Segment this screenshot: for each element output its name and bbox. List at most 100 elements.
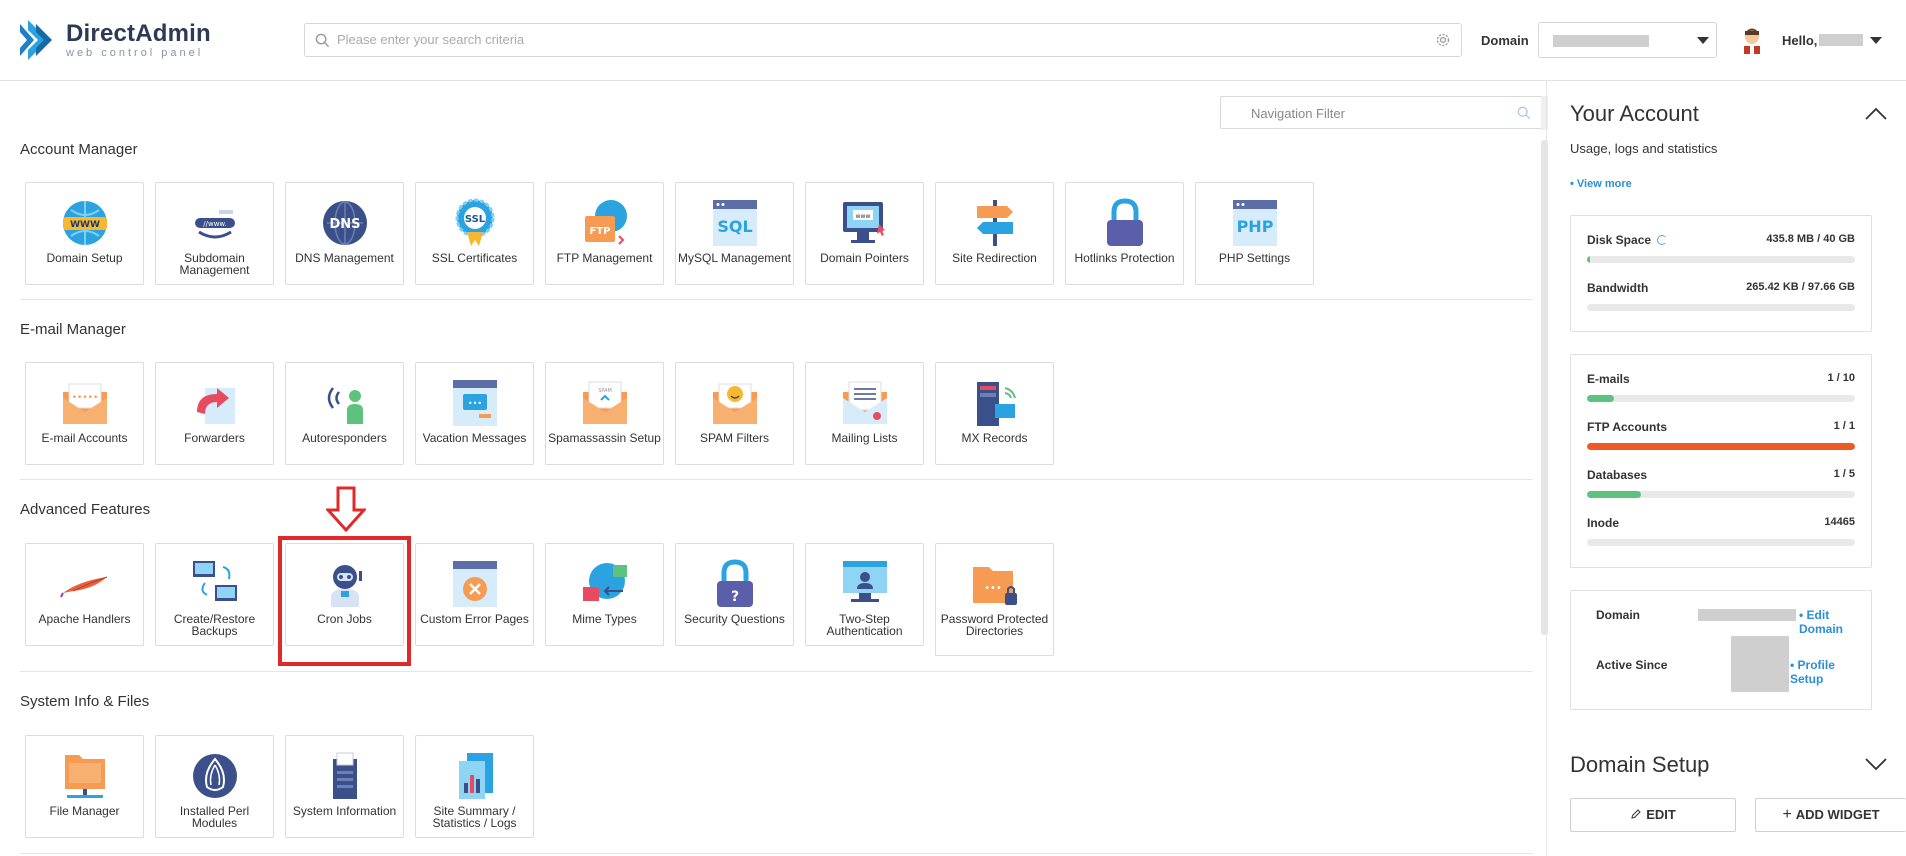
progress-bar	[1587, 443, 1855, 450]
stat-value: 14465	[1824, 516, 1855, 528]
global-search[interactable]	[304, 23, 1462, 57]
tile-installed-perl-modules[interactable]: Installed Perl Modules	[155, 735, 274, 838]
tile-ftp-management[interactable]: FTP FTP Management	[545, 182, 664, 285]
tile-site-summary-statistics-logs[interactable]: Site Summary / Statistics / Logs	[415, 735, 534, 838]
svg-text:PHP: PHP	[1237, 217, 1274, 236]
tile-security-questions[interactable]: ? Security Questions	[675, 543, 794, 646]
tile-spam-filters[interactable]: SPAM Filters	[675, 362, 794, 465]
svg-text:SQL: SQL	[717, 217, 752, 236]
ssl-badge-icon: SSL	[455, 198, 495, 246]
tile-hotlinks-protection[interactable]: Hotlinks Protection	[1065, 182, 1184, 285]
progress-fill	[1587, 491, 1641, 498]
tile-label: Custom Error Pages	[420, 612, 529, 626]
view-more-link[interactable]: • View more	[1570, 178, 1632, 190]
chevron-down-icon[interactable]	[1864, 756, 1888, 772]
tile-label: Forwarders	[184, 431, 245, 445]
vacation-icon: •••	[453, 380, 497, 426]
tile-label: E-mail Accounts	[41, 431, 128, 445]
stat-value: 1 / 10	[1827, 372, 1855, 384]
edit-domain-link[interactable]: • Edit Domain	[1799, 608, 1871, 636]
tile-subdomain-management[interactable]: //www. Subdomain Management	[155, 182, 274, 285]
navigation-filter-input[interactable]	[1251, 106, 1511, 121]
tile-forwarders[interactable]: Forwarders	[155, 362, 274, 465]
tile-label: Domain Setup	[46, 251, 123, 265]
active-since-key: Active Since	[1596, 658, 1668, 672]
server-icon	[333, 752, 357, 799]
ftp-icon: FTP	[585, 200, 627, 245]
hello-text: Hello,	[1782, 33, 1818, 48]
tile-domain-setup[interactable]: WWW Domain Setup	[25, 182, 144, 285]
security-lock-icon: ?	[717, 559, 753, 607]
tile-email-accounts[interactable]: ••••• E-mail Accounts	[25, 362, 144, 465]
svg-text:•••: •••	[468, 399, 482, 408]
tile-ssl-certificates[interactable]: SSL SSL Certificates	[415, 182, 534, 285]
tile-label: Vacation Messages	[422, 431, 527, 445]
mailing-list-icon	[843, 381, 887, 424]
tile-mx-records[interactable]: MX Records	[935, 362, 1054, 465]
spam-envelope-icon: SPAM	[583, 381, 627, 424]
section-divider	[20, 853, 1533, 854]
directadmin-logo[interactable]: DirectAdmin web control panel	[18, 18, 211, 62]
error-page-icon	[453, 561, 497, 607]
tile-two-step-authentication[interactable]: Two-Step Authentication	[805, 543, 924, 646]
avatar[interactable]	[1740, 26, 1764, 54]
profile-setup-link[interactable]: • Profile Setup	[1790, 658, 1871, 686]
tile-password-protected-directories[interactable]: ••• Password Protected Directories	[935, 543, 1054, 656]
svg-text:SPAM: SPAM	[598, 388, 612, 394]
tile-create-restore-backups[interactable]: Create/Restore Backups	[155, 543, 274, 646]
envelope-icon: •••••	[63, 383, 107, 424]
redacted-username	[1819, 34, 1864, 46]
tile-domain-pointers[interactable]: www Domain Pointers	[805, 182, 924, 285]
svg-text:DNS: DNS	[329, 217, 360, 232]
tile-mime-types[interactable]: Mime Types	[545, 543, 664, 646]
tile-apache-handlers[interactable]: Apache Handlers	[25, 543, 144, 646]
tile-label: Site Summary / Statistics / Logs	[432, 804, 517, 830]
gear-icon[interactable]	[1435, 32, 1451, 48]
search-input[interactable]	[337, 32, 1417, 47]
stat-value: 265.42 KB / 97.66 GB	[1746, 281, 1855, 293]
user-menu-chevron-icon[interactable]	[1870, 37, 1882, 44]
domain-info-card: Domain • Edit Domain Active Since • Prof…	[1570, 590, 1872, 710]
tile-label: Domain Pointers	[820, 251, 909, 265]
section-divider	[20, 479, 1533, 480]
domain-select[interactable]	[1538, 22, 1717, 58]
tile-site-redirection[interactable]: Site Redirection	[935, 182, 1054, 285]
folder-icon	[65, 755, 105, 798]
section-divider	[20, 299, 1533, 300]
stat-name: Bandwidth	[1587, 281, 1649, 295]
edit-button[interactable]: EDIT	[1570, 798, 1736, 832]
stat-name: Disk Space	[1587, 233, 1668, 247]
usage-card: Disk Space 435.8 MB / 40 GB Bandwidth 26…	[1570, 215, 1872, 332]
tile-label: DNS Management	[295, 251, 394, 265]
add-widget-button[interactable]: + ADD WIDGET	[1755, 798, 1906, 832]
refresh-icon[interactable]	[1657, 235, 1668, 245]
tile-vacation-messages[interactable]: ••• Vacation Messages	[415, 362, 534, 465]
chevron-up-icon[interactable]	[1864, 105, 1888, 121]
tile-mailing-lists[interactable]: Mailing Lists	[805, 362, 924, 465]
tile-dns-management[interactable]: DNS DNS Management	[285, 182, 404, 285]
search-icon	[1517, 106, 1531, 120]
tile-autoresponders[interactable]: Autoresponders	[285, 362, 404, 465]
tile-label: SSL Certificates	[431, 251, 518, 265]
arrow-down-icon	[326, 486, 366, 532]
tile-php-settings[interactable]: PHP PHP Settings	[1195, 182, 1314, 285]
tile-file-manager[interactable]: File Manager	[25, 735, 144, 838]
pencil-icon	[1631, 809, 1641, 819]
app-name: DirectAdmin	[66, 20, 211, 47]
autoresponder-icon	[327, 387, 363, 424]
tile-spamassassin-setup[interactable]: SPAM Spamassassin Setup	[545, 362, 664, 465]
navigation-filter[interactable]	[1220, 96, 1542, 129]
tile-label: SPAM Filters	[699, 431, 770, 445]
section-title-system-info-files: System Info & Files	[20, 693, 150, 710]
apache-feather-icon	[60, 576, 108, 598]
protected-folder-icon: •••	[973, 567, 1017, 605]
tile-custom-error-pages[interactable]: Custom Error Pages	[415, 543, 534, 646]
tile-mysql-management[interactable]: SQL MySQL Management	[675, 182, 794, 285]
progress-bar	[1587, 491, 1855, 498]
user-greeting[interactable]: Hello,	[1782, 33, 1864, 48]
tile-label: Hotlinks Protection	[1074, 251, 1175, 265]
svg-text:•••••: •••••	[72, 393, 99, 403]
subdomain-icon: //www.	[195, 210, 235, 239]
section-title-advanced-features: Advanced Features	[20, 501, 151, 518]
tile-system-information[interactable]: System Information	[285, 735, 404, 838]
